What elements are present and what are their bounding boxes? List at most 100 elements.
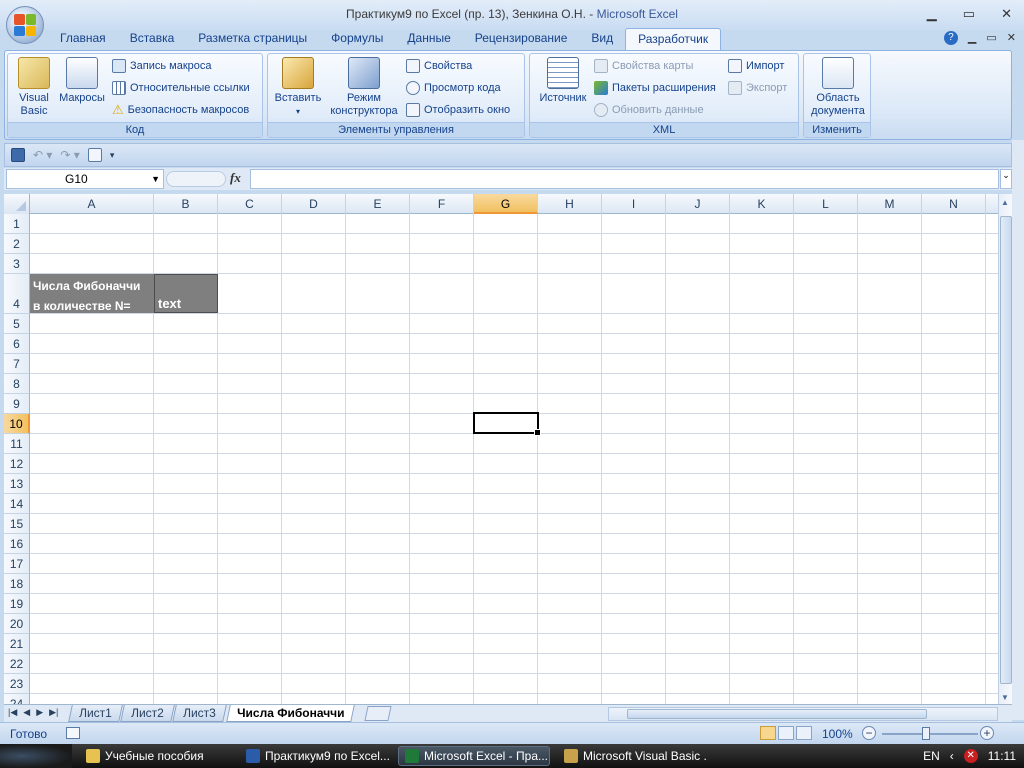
- start-button[interactable]: [0, 744, 72, 768]
- column-header-i[interactable]: I: [602, 194, 666, 214]
- row-header-9[interactable]: 9: [4, 394, 30, 414]
- sheet-tab-1[interactable]: Лист1: [68, 705, 123, 722]
- row-header-19[interactable]: 19: [4, 594, 30, 614]
- active-cell-g10[interactable]: [473, 412, 541, 436]
- properties-button[interactable]: Свойства: [406, 57, 472, 75]
- zoom-in-icon[interactable]: +: [980, 726, 994, 740]
- xml-source-button[interactable]: Источник: [534, 57, 592, 105]
- row-header-12[interactable]: 12: [4, 454, 30, 474]
- row-header-21[interactable]: 21: [4, 634, 30, 654]
- horizontal-scroll-thumb[interactable]: [627, 709, 927, 719]
- expansion-packs-button[interactable]: Пакеты расширения: [594, 79, 716, 97]
- row-header-8[interactable]: 8: [4, 374, 30, 394]
- row-header-15[interactable]: 15: [4, 514, 30, 534]
- task-vba[interactable]: Microsoft Visual Basic ...: [558, 746, 708, 766]
- cell-b4[interactable]: text: [154, 274, 218, 313]
- language-indicator[interactable]: EN: [923, 749, 940, 763]
- row-header-24[interactable]: 24: [4, 694, 30, 704]
- redo-icon[interactable]: ↷ ▾: [60, 148, 79, 162]
- customize-qat-icon[interactable]: ▾: [110, 150, 115, 161]
- task-folder[interactable]: Учебные пособия: [80, 746, 230, 766]
- formula-splitter[interactable]: [166, 171, 226, 187]
- insert-sheet-icon[interactable]: [364, 706, 392, 721]
- column-header-n[interactable]: N: [922, 194, 986, 214]
- clock[interactable]: 11:11: [988, 749, 1016, 763]
- tab-formulas[interactable]: Формулы: [319, 28, 395, 50]
- undo-icon[interactable]: ↶ ▾: [33, 148, 52, 162]
- prev-sheet-icon[interactable]: ◀: [23, 707, 30, 718]
- security-alert-icon[interactable]: ✕: [963, 749, 978, 763]
- record-macro-button[interactable]: Запись макроса: [112, 57, 212, 75]
- vertical-scrollbar[interactable]: ▲ ▼: [998, 194, 1012, 704]
- row-header-11[interactable]: 11: [4, 434, 30, 454]
- tray-expand-icon[interactable]: ‹: [950, 749, 954, 763]
- scroll-up-icon[interactable]: ▲: [1001, 198, 1009, 207]
- horizontal-scrollbar[interactable]: [608, 707, 998, 721]
- name-box[interactable]: G10 ▼: [6, 169, 164, 189]
- last-sheet-icon[interactable]: ▶|: [49, 707, 58, 718]
- column-header-m[interactable]: M: [858, 194, 922, 214]
- first-sheet-icon[interactable]: |◀: [8, 707, 17, 718]
- page-break-view-icon[interactable]: [796, 726, 812, 740]
- zoom-slider-thumb[interactable]: [922, 727, 930, 740]
- zoom-out-icon[interactable]: −: [862, 726, 876, 740]
- column-header-b[interactable]: B: [154, 194, 218, 214]
- column-header-g[interactable]: G: [474, 194, 538, 214]
- view-code-button[interactable]: Просмотр кода: [406, 79, 501, 97]
- visual-basic-button[interactable]: Visual Basic: [14, 57, 54, 118]
- worksheet-grid[interactable]: ABCDEFGHIJKLMN 1 2 3 4 5 6 7 8 9 10 11 12 13 14 15 16 17…: [4, 194, 998, 704]
- map-properties-button[interactable]: Свойства карты: [594, 57, 693, 75]
- export-button[interactable]: Экспорт: [728, 79, 787, 97]
- row-header-13[interactable]: 13: [4, 474, 30, 494]
- scroll-down-icon[interactable]: ▼: [1001, 693, 1009, 702]
- zoom-slider[interactable]: [882, 733, 978, 735]
- column-header-f[interactable]: F: [410, 194, 474, 214]
- sheet-tab-2[interactable]: Лист2: [120, 705, 175, 722]
- design-mode-button[interactable]: Режим конструктора: [326, 57, 402, 118]
- run-dialog-button[interactable]: Отобразить окно: [406, 101, 510, 119]
- column-header-j[interactable]: J: [666, 194, 730, 214]
- maximize-icon[interactable]: ▭: [963, 6, 975, 22]
- row-header-3[interactable]: 3: [4, 254, 30, 274]
- close-icon[interactable]: ✕: [1001, 6, 1012, 22]
- refresh-data-button[interactable]: Обновить данные: [594, 101, 704, 119]
- row-header-10[interactable]: 10: [4, 414, 30, 434]
- office-button[interactable]: [6, 6, 44, 44]
- workbook-restore-icon[interactable]: ▭: [986, 31, 996, 45]
- row-header-2[interactable]: 2: [4, 234, 30, 254]
- select-all-button[interactable]: [4, 194, 30, 214]
- row-header-14[interactable]: 14: [4, 494, 30, 514]
- tab-data[interactable]: Данные: [395, 28, 462, 50]
- row-header-22[interactable]: 22: [4, 654, 30, 674]
- column-header-k[interactable]: K: [730, 194, 794, 214]
- insert-control-button[interactable]: Вставить ▾: [272, 57, 324, 118]
- row-header-6[interactable]: 6: [4, 334, 30, 354]
- sheet-tab-fibonacci[interactable]: Числа Фибоначчи: [226, 705, 356, 722]
- macro-security-button[interactable]: ⚠ Безопасность макросов: [112, 101, 249, 119]
- row-header-7[interactable]: 7: [4, 354, 30, 374]
- cell-a4[interactable]: Числа Фибоначчи в количестве N=: [30, 274, 154, 313]
- minimize-icon[interactable]: ▁: [927, 6, 937, 22]
- workbook-minimize-icon[interactable]: ▁: [968, 31, 976, 45]
- vertical-scroll-thumb[interactable]: [1000, 216, 1012, 684]
- zoom-level[interactable]: 100%: [822, 727, 853, 741]
- tab-insert[interactable]: Вставка: [118, 28, 187, 50]
- normal-view-icon[interactable]: [760, 726, 776, 740]
- column-header-d[interactable]: D: [282, 194, 346, 214]
- task-excel[interactable]: Microsoft Excel - Пра...: [398, 746, 550, 766]
- row-header-5[interactable]: 5: [4, 314, 30, 334]
- row-header-17[interactable]: 17: [4, 554, 30, 574]
- document-panel-button[interactable]: Область документа: [806, 57, 870, 118]
- next-sheet-icon[interactable]: ▶: [36, 707, 43, 718]
- chevron-down-icon[interactable]: ▼: [151, 170, 160, 188]
- row-header-18[interactable]: 18: [4, 574, 30, 594]
- row-header-1[interactable]: 1: [4, 214, 30, 234]
- import-button[interactable]: Импорт: [728, 57, 784, 75]
- tab-home[interactable]: Главная: [48, 28, 118, 50]
- relative-refs-button[interactable]: Относительные ссылки: [112, 79, 250, 97]
- sheet-tab-3[interactable]: Лист3: [172, 705, 227, 722]
- page-layout-view-icon[interactable]: [778, 726, 794, 740]
- tab-review[interactable]: Рецензирование: [463, 28, 580, 50]
- column-header-c[interactable]: C: [218, 194, 282, 214]
- macros-button[interactable]: Макросы: [56, 57, 108, 105]
